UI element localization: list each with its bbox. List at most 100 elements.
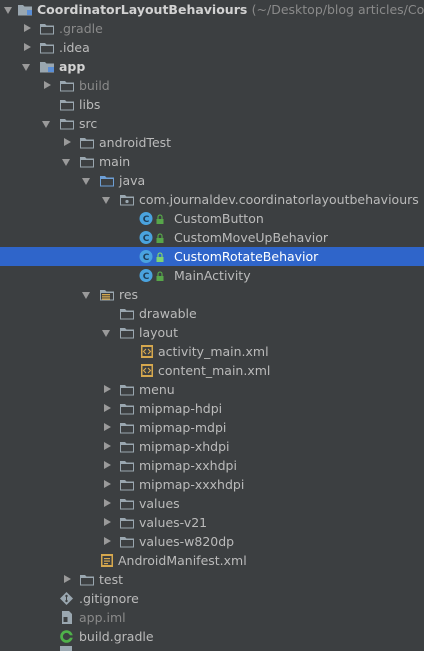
chevron-right-icon[interactable] bbox=[61, 570, 73, 589]
tree-row-app-module[interactable]: app bbox=[0, 57, 424, 76]
tree-row-label: drawable bbox=[139, 306, 197, 321]
tree-row-file-content-main[interactable]: content_main.xml bbox=[0, 361, 424, 380]
chevron-right-icon[interactable] bbox=[101, 513, 113, 532]
tree-row-mipmap-xxxhdpi-folder[interactable]: mipmap-xxxhdpi bbox=[0, 475, 424, 494]
tree-row-class-mainactivity[interactable]: C MainActivity bbox=[0, 266, 424, 285]
tree-row-class-custombutton[interactable]: C CustomButton bbox=[0, 209, 424, 228]
tree-row-values-folder[interactable]: values bbox=[0, 494, 424, 513]
tree-row-menu-folder[interactable]: menu bbox=[0, 380, 424, 399]
tree-row-label: content_main.xml bbox=[158, 363, 271, 378]
class-icon: C bbox=[139, 269, 153, 282]
tree-row-label: values-v21 bbox=[139, 515, 208, 530]
tree-row-file-app-iml[interactable]: app.iml bbox=[0, 608, 424, 627]
tree-row-label: values bbox=[139, 496, 180, 511]
chevron-right-icon[interactable] bbox=[101, 494, 113, 513]
chevron-down-icon[interactable] bbox=[101, 190, 113, 209]
lock-icon bbox=[156, 233, 164, 243]
tree-row-label: build.gradle bbox=[79, 629, 154, 644]
truncated-row-icon bbox=[60, 646, 72, 651]
git-file-icon bbox=[60, 592, 73, 605]
tree-row-values-w820dp-folder[interactable]: values-w820dp bbox=[0, 532, 424, 551]
tree-row-file-gitignore[interactable]: .gitignore bbox=[0, 589, 424, 608]
lock-icon bbox=[156, 214, 164, 224]
tree-row-file-androidmanifest[interactable]: AndroidManifest.xml bbox=[0, 551, 424, 570]
tree-row-mipmap-xhdpi-folder[interactable]: mipmap-xhdpi bbox=[0, 437, 424, 456]
chevron-down-icon[interactable] bbox=[101, 323, 113, 342]
chevron-right-icon[interactable] bbox=[101, 418, 113, 437]
chevron-down-icon[interactable] bbox=[81, 285, 93, 304]
tree-row-libs-folder[interactable]: libs bbox=[0, 95, 424, 114]
folder-icon bbox=[80, 575, 94, 586]
chevron-right-icon[interactable] bbox=[101, 532, 113, 551]
chevron-down-icon[interactable] bbox=[41, 114, 53, 133]
tree-row-file-activity-main[interactable]: activity_main.xml bbox=[0, 342, 424, 361]
chevron-down-icon[interactable] bbox=[21, 57, 33, 76]
tree-row-label: mipmap-xxxhdpi bbox=[139, 477, 245, 492]
tree-row-label: .gitignore bbox=[79, 591, 139, 606]
svg-text:C: C bbox=[143, 272, 150, 282]
tree-row-label: java bbox=[119, 173, 146, 188]
tree-row-java-folder[interactable]: java bbox=[0, 171, 424, 190]
module-folder-icon bbox=[18, 5, 32, 16]
chevron-right-icon[interactable] bbox=[101, 475, 113, 494]
tree-row-androidtest-folder[interactable]: androidTest bbox=[0, 133, 424, 152]
chevron-right-icon[interactable] bbox=[21, 38, 33, 57]
chevron-right-icon[interactable] bbox=[21, 19, 33, 38]
tree-row-gradle-folder[interactable]: .gradle bbox=[0, 19, 424, 38]
tree-row-label: CustomRotateBehavior bbox=[174, 249, 319, 264]
lock-icon bbox=[156, 252, 164, 262]
tree-row-build-folder[interactable]: build bbox=[0, 76, 424, 95]
folder-icon bbox=[60, 81, 74, 92]
chevron-right-icon[interactable] bbox=[41, 76, 53, 95]
chevron-right-icon[interactable] bbox=[101, 399, 113, 418]
chevron-right-icon[interactable] bbox=[101, 380, 113, 399]
folder-icon bbox=[60, 100, 74, 111]
chevron-right-icon[interactable] bbox=[101, 456, 113, 475]
tree-row-drawable-folder[interactable]: drawable bbox=[0, 304, 424, 323]
iml-file-icon bbox=[62, 611, 72, 624]
tree-row-src-folder[interactable]: src bbox=[0, 114, 424, 133]
chevron-down-icon[interactable] bbox=[81, 171, 93, 190]
tree-row-label: AndroidManifest.xml bbox=[118, 553, 247, 568]
tree-row-idea-folder[interactable]: .idea bbox=[0, 38, 424, 57]
chevron-right-icon[interactable] bbox=[61, 133, 73, 152]
tree-row-values-v21-folder[interactable]: values-v21 bbox=[0, 513, 424, 532]
project-tree: CoordinatorLayoutBehaviours (~/Desktop/b… bbox=[0, 0, 424, 651]
tree-row-file-build-gradle[interactable]: build.gradle bbox=[0, 627, 424, 646]
lock-icon bbox=[156, 271, 164, 281]
tree-row-layout-folder[interactable]: layout bbox=[0, 323, 424, 342]
tree-row-label: test bbox=[99, 572, 124, 587]
chevron-down-icon[interactable] bbox=[3, 0, 15, 19]
package-folder-icon bbox=[120, 195, 134, 206]
tree-row-res-folder[interactable]: res bbox=[0, 285, 424, 304]
tree-row-label: menu bbox=[139, 382, 175, 397]
folder-icon bbox=[120, 309, 134, 320]
svg-text:C: C bbox=[143, 215, 150, 225]
tree-row-package[interactable]: com.journaldev.coordinatorlayoutbehaviou… bbox=[0, 190, 424, 209]
tree-row-label: res bbox=[119, 287, 139, 302]
tree-row-mipmap-xxhdpi-folder[interactable]: mipmap-xxhdpi bbox=[0, 456, 424, 475]
tree-row-mipmap-mdpi-folder[interactable]: mipmap-mdpi bbox=[0, 418, 424, 437]
chevron-down-icon[interactable] bbox=[61, 152, 73, 171]
tree-row-label: CustomButton bbox=[174, 211, 264, 226]
chevron-right-icon[interactable] bbox=[101, 437, 113, 456]
xml-file-icon bbox=[141, 364, 153, 377]
tree-row-test-folder[interactable]: test bbox=[0, 570, 424, 589]
tree-row-label: com.journaldev.coordinatorlayoutbehaviou… bbox=[139, 192, 419, 207]
tree-row-class-customrotatebehavior[interactable]: C CustomRotateBehavior bbox=[0, 247, 424, 266]
tree-row-label: MainActivity bbox=[174, 268, 251, 283]
folder-icon bbox=[60, 119, 74, 130]
class-icon: C bbox=[139, 250, 153, 263]
tree-row-mipmap-hdpi-folder[interactable]: mipmap-hdpi bbox=[0, 399, 424, 418]
tree-row-label: app bbox=[59, 59, 86, 74]
gradle-file-icon bbox=[60, 630, 73, 643]
folder-icon bbox=[120, 461, 134, 472]
tree-row-class-custommoveupbehavior[interactable]: C CustomMoveUpBehavior bbox=[0, 228, 424, 247]
tree-row-label: app.iml bbox=[79, 610, 126, 625]
tree-row-label: .idea bbox=[59, 40, 90, 55]
tree-row-label: mipmap-xxhdpi bbox=[139, 458, 237, 473]
tree-row-root[interactable]: CoordinatorLayoutBehaviours (~/Desktop/b… bbox=[0, 0, 424, 19]
tree-row-main-folder[interactable]: main bbox=[0, 152, 424, 171]
svg-text:C: C bbox=[143, 253, 150, 263]
tree-row-label: mipmap-hdpi bbox=[139, 401, 223, 416]
